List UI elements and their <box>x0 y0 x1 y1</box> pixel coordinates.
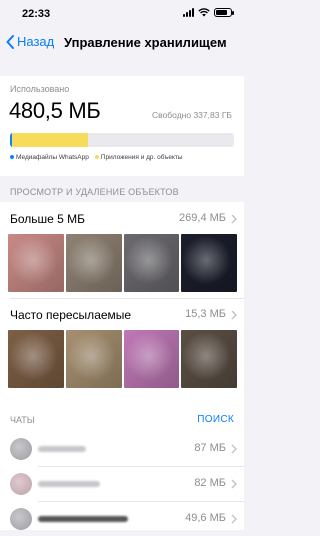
chat-size: 49,6 МБ <box>185 512 226 524</box>
chevron-right-icon <box>231 444 237 454</box>
redacted-chat-name <box>38 481 100 487</box>
media-thumbnail[interactable] <box>8 234 64 292</box>
media-thumbnail[interactable] <box>65 234 122 292</box>
divider <box>10 298 244 299</box>
chevron-right-icon <box>231 479 237 489</box>
storage-usage-card: Использовано 480,5 МБ Свободно 337,83 ГБ… <box>0 76 244 176</box>
chevron-right-icon <box>231 310 237 320</box>
chats-section-header: ЧАТЫ ПОИСК <box>0 412 244 430</box>
redacted-chat-name <box>38 516 128 522</box>
storage-legend: Медиафайлы WhatsApp Приложения и др. объ… <box>10 154 183 161</box>
search-button[interactable]: ПОИСК <box>197 414 234 425</box>
group-name: Часто пересылаемые <box>10 308 132 322</box>
group-name: Больше 5 МБ <box>10 212 86 226</box>
chevron-right-icon <box>231 214 237 224</box>
thumbnail-strip-large-files <box>8 234 237 292</box>
battery-icon <box>214 8 234 17</box>
status-icons <box>183 8 234 17</box>
storage-bar-apps-segment <box>12 133 89 147</box>
back-button-label: Назад <box>17 34 55 49</box>
free-space-label: Свободно 337,83 ГБ <box>152 110 232 120</box>
group-row-large-files[interactable]: Больше 5 МБ 269,4 МБ <box>0 204 244 234</box>
media-thumbnail[interactable] <box>65 330 122 388</box>
legend-dot-icon <box>94 155 99 160</box>
group-size: 269,4 МБ <box>179 212 226 224</box>
chat-size: 82 МБ <box>194 477 226 489</box>
chats-header-label: ЧАТЫ <box>10 415 35 425</box>
legend-item-whatsapp: Медиафайлы WhatsApp <box>10 154 89 161</box>
chats-list: 87 МБ 82 МБ 49,6 МБ <box>0 432 244 530</box>
media-thumbnail[interactable] <box>8 330 64 388</box>
redacted-chat-name <box>38 446 86 452</box>
chat-row[interactable]: 49,6 МБ <box>0 502 244 536</box>
group-row-forwarded[interactable]: Часто пересылаемые 15,3 МБ <box>0 300 244 330</box>
avatar <box>10 473 32 495</box>
chevron-left-icon <box>6 34 14 49</box>
legend-label: Приложения и др. объекты <box>100 154 183 161</box>
navigation-bar: Назад Управление хранилищем <box>0 28 244 58</box>
media-thumbnail[interactable] <box>123 234 180 292</box>
media-section-header: ПРОСМОТР И УДАЛЕНИЕ ОБЪЕКТОВ <box>10 187 179 197</box>
wifi-icon <box>198 8 210 17</box>
back-button[interactable]: Назад <box>6 34 54 49</box>
status-time: 22:33 <box>22 8 51 20</box>
used-value: 480,5 МБ <box>9 98 101 123</box>
chat-row[interactable]: 82 МБ <box>0 467 244 501</box>
avatar <box>10 508 32 530</box>
legend-label: Медиафайлы WhatsApp <box>16 154 89 161</box>
legend-item-apps: Приложения и др. объекты <box>94 154 183 161</box>
thumbnail-strip-forwarded <box>8 330 237 388</box>
status-bar: 22:33 <box>0 0 244 26</box>
chat-row[interactable]: 87 МБ <box>0 432 244 466</box>
media-thumbnail[interactable] <box>123 330 180 388</box>
page-title: Управление хранилищем <box>64 35 227 50</box>
group-size: 15,3 МБ <box>185 308 226 320</box>
used-label: Использовано <box>10 84 70 94</box>
avatar <box>10 438 32 460</box>
legend-dot-icon <box>10 155 14 160</box>
media-thumbnail[interactable] <box>181 234 237 292</box>
chat-size: 87 МБ <box>194 442 226 454</box>
storage-bar <box>10 133 234 147</box>
chevron-right-icon <box>231 514 237 524</box>
media-thumbnail[interactable] <box>181 330 237 388</box>
cellular-signal-icon <box>183 8 194 17</box>
